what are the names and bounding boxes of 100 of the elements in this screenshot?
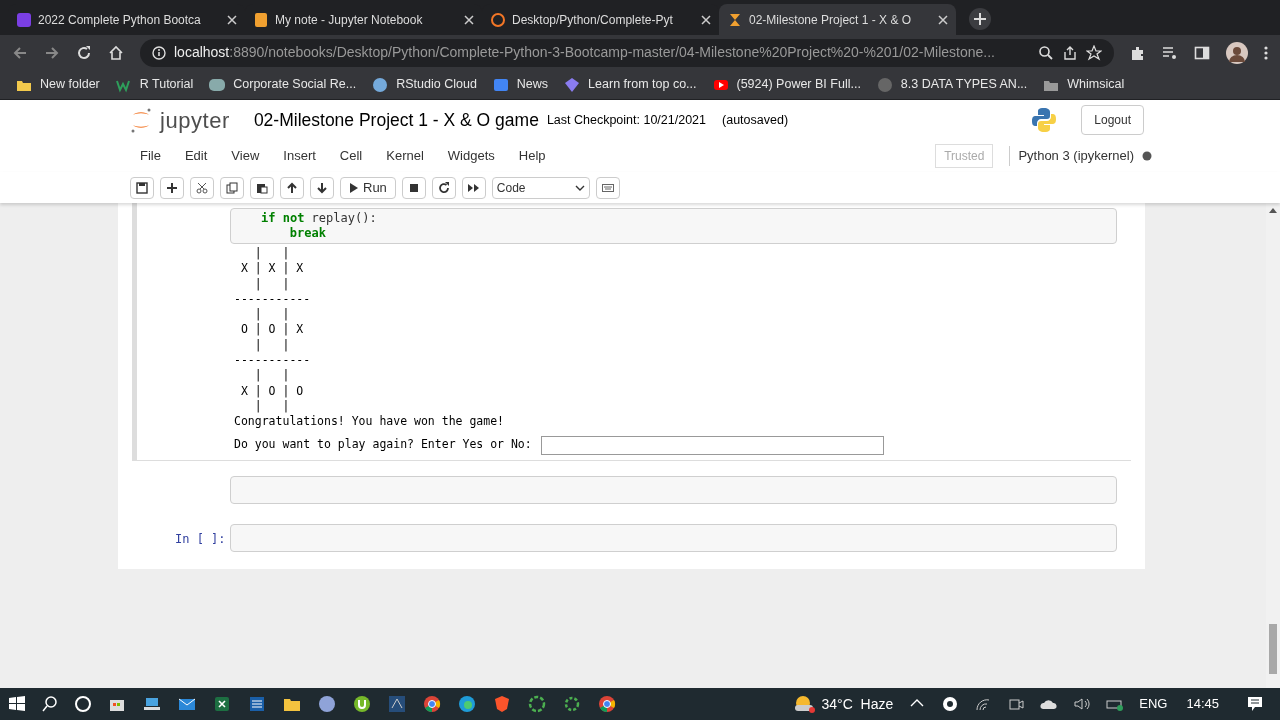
checkpoint-text: Last Checkpoint: 10/21/2021 — [546, 111, 707, 129]
close-icon[interactable] — [938, 14, 948, 25]
diamond-icon — [564, 76, 581, 93]
input-prompt: In [ ]: — [175, 530, 226, 548]
code-line: break — [288, 226, 327, 241]
logout-button[interactable]: Logout — [1081, 105, 1144, 135]
bookmark[interactable]: Whimsical — [1043, 75, 1125, 94]
chrome-icon[interactable] — [597, 695, 617, 713]
close-icon[interactable] — [701, 14, 711, 25]
torrent-icon[interactable] — [352, 695, 372, 713]
search-icon[interactable] — [1038, 44, 1054, 61]
share-icon[interactable] — [1062, 44, 1078, 61]
autosave-text: (autosaved) — [722, 111, 789, 129]
language-indicator[interactable]: ENG — [1139, 694, 1168, 714]
answer-field[interactable] — [540, 435, 884, 455]
output-line: | | — [253, 398, 291, 415]
menu-item[interactable]: Help — [506, 146, 558, 166]
star-icon[interactable] — [1086, 44, 1102, 61]
bookmark[interactable]: New folder — [16, 75, 100, 94]
bookmark[interactable]: R Tutorial — [115, 75, 194, 94]
jupyter-logo-icon — [130, 107, 152, 133]
weather-icon[interactable] — [792, 694, 815, 714]
code-line: if not replay(): — [261, 211, 378, 226]
ring-icon — [490, 11, 506, 28]
graph-icon[interactable] — [387, 695, 407, 713]
bookmark[interactable]: 8.3 DATA TYPES AN... — [876, 75, 1028, 94]
more-icon[interactable] — [1264, 44, 1268, 61]
speaker-icon[interactable] — [1073, 695, 1092, 713]
spreadsheet-icon[interactable] — [212, 695, 232, 713]
windows-logo-icon[interactable] — [8, 695, 26, 713]
menu-item[interactable]: File — [128, 146, 173, 166]
menu-item[interactable]: Widgets — [435, 146, 507, 166]
g-logo-icon[interactable] — [941, 695, 960, 713]
menu-item[interactable]: Edit — [172, 146, 220, 166]
hourglass-icon — [727, 11, 743, 28]
menu-item[interactable]: View — [219, 146, 272, 166]
output-line: ----------- — [234, 291, 312, 308]
plus-icon[interactable] — [968, 7, 992, 31]
save-icon[interactable] — [130, 176, 154, 199]
play-icon — [349, 182, 359, 193]
home-icon[interactable] — [108, 44, 124, 61]
bookmark[interactable]: News — [492, 75, 549, 94]
code-input[interactable]: if not replay(): break — [230, 208, 1117, 244]
notebook-title[interactable]: 02-Milestone Project 1 - X & O game — [253, 106, 539, 134]
browser-tab[interactable]: 02-Milestone Project 1 - X & O — [719, 4, 956, 35]
close-icon[interactable] — [464, 14, 474, 25]
output-line: | | — [253, 276, 291, 292]
paste-icon[interactable] — [250, 176, 274, 199]
bookmark[interactable]: Corporate Social Re... — [209, 75, 357, 94]
notebook-cell[interactable]: In [ ]: — [132, 518, 1131, 557]
square-icon — [16, 11, 32, 28]
plus-icon[interactable] — [160, 176, 184, 199]
scissors-icon[interactable] — [190, 176, 214, 199]
notebook-cell[interactable]: if not replay(): break | | X | X | X | | ----------- | | O | O | X | | ----------- | | X | O | O | | Congratulations! You have won the game! Do you want to play again? Enter Yes or No: — [132, 203, 1131, 461]
monitor-icon[interactable] — [142, 695, 162, 713]
output-line: O | O | X — [239, 322, 305, 338]
output-line: | | — [253, 307, 291, 323]
bookmark[interactable]: RStudio Cloud — [372, 75, 477, 94]
code-input[interactable] — [230, 475, 1117, 504]
sidebar-icon[interactable] — [1194, 44, 1210, 61]
info-icon — [152, 45, 166, 60]
puzzle-icon[interactable] — [1130, 44, 1146, 61]
circle-icon[interactable] — [317, 695, 337, 713]
restart-icon[interactable] — [431, 176, 456, 199]
pill-icon — [209, 76, 226, 93]
playlist-icon[interactable] — [1162, 44, 1178, 61]
scroll-up-icon[interactable] — [1269, 207, 1277, 213]
forward-arrow-icon[interactable] — [44, 44, 60, 61]
weather-text[interactable]: 34°C Haze — [821, 693, 894, 715]
chrome-icon[interactable] — [422, 695, 442, 713]
search-icon[interactable] — [41, 695, 59, 713]
output-line: | | — [253, 246, 291, 262]
globe-icon — [876, 76, 893, 93]
bookmark[interactable]: (5924) Power BI Full... — [712, 75, 861, 94]
avatar-icon[interactable] — [1226, 41, 1248, 64]
code-input[interactable] — [230, 523, 1117, 552]
address-bar[interactable]: localhost:8890/notebooks/Desktop/Python/Complete-Python-3-Bootcamp-master/04-Milestone%20Project%20-%201/02-Milestone... — [140, 38, 1114, 67]
menu-item[interactable]: Kernel — [374, 146, 436, 166]
clock-text[interactable]: 14:45 — [1186, 694, 1219, 714]
notebook-icon — [253, 11, 269, 28]
menu-item[interactable]: Insert — [271, 146, 328, 166]
menu-item[interactable]: Cell — [327, 146, 375, 166]
scrollbar-thumb[interactable] — [1269, 624, 1277, 674]
stack-icon[interactable] — [247, 695, 267, 713]
prompt-text: Do you want to play again? Enter Yes or No: — [234, 437, 532, 453]
jupyter-wordmark: jupyter — [160, 106, 230, 135]
edge-icon[interactable] — [457, 695, 477, 713]
fast-forward-icon[interactable] — [461, 176, 486, 199]
bookmark[interactable]: Learn from top co... — [564, 75, 697, 94]
cell-type-dropdown[interactable]: Code — [491, 176, 590, 199]
stop-icon[interactable] — [401, 176, 426, 199]
back-arrow-icon[interactable] — [12, 44, 28, 61]
notification-icon[interactable] — [1246, 695, 1264, 713]
close-icon[interactable] — [227, 14, 237, 25]
keyboard-icon[interactable] — [595, 176, 620, 199]
reload-icon[interactable] — [76, 44, 92, 61]
shield-icon[interactable] — [492, 695, 512, 713]
kernel-status-icon — [1142, 151, 1152, 161]
copy-icon[interactable] — [220, 176, 244, 199]
run-button[interactable]: Run — [340, 176, 396, 199]
